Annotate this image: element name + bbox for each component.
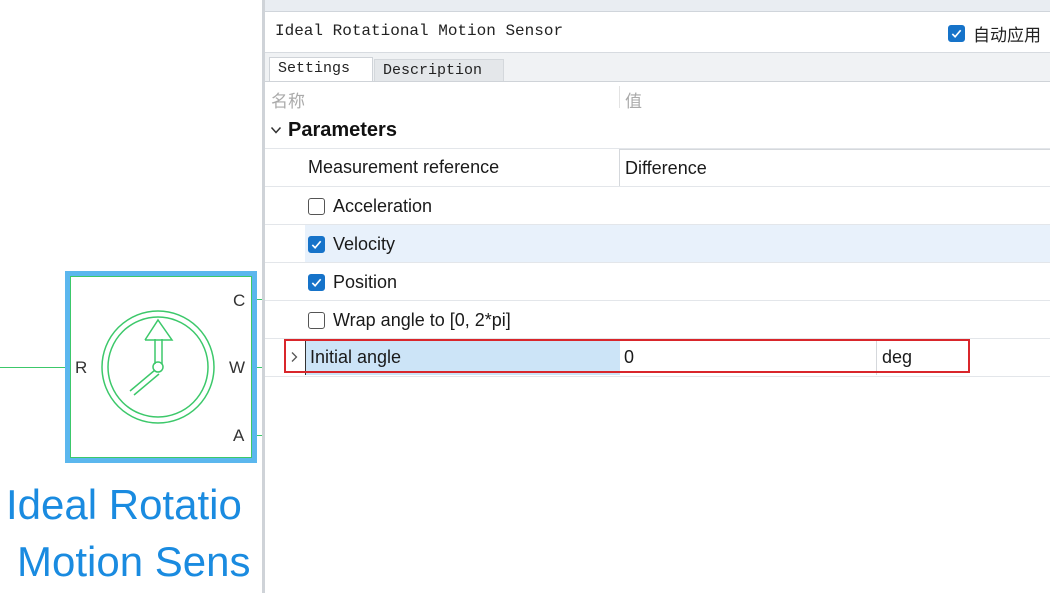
group-parameters[interactable]: Parameters [265, 114, 1050, 149]
tab-settings[interactable]: Settings [269, 57, 373, 81]
param-label: Wrap angle to [0, 2*pi] [333, 310, 511, 330]
property-inspector: Ideal Rotational Motion Sensor 自动应用 Sett… [262, 0, 1050, 593]
param-label: Acceleration [333, 196, 433, 216]
param-row-measurement-reference[interactable]: Measurement reference Difference [265, 149, 1050, 187]
panel-toolbar-strip [265, 0, 1050, 12]
checkmark-icon [951, 29, 962, 38]
position-toggle[interactable]: Position [308, 272, 397, 293]
port-w-label: W [229, 358, 246, 377]
ideal-rotational-motion-sensor-block[interactable]: R C W A [70, 276, 252, 458]
param-row-wrap-angle[interactable]: Wrap angle to [0, 2*pi] [265, 301, 1050, 339]
tab-description[interactable]: Description [374, 59, 504, 81]
chevron-down-icon[interactable] [270, 124, 282, 136]
column-header: 名称 值 [265, 82, 1050, 112]
auto-apply-label: 自动应用 [973, 26, 1041, 45]
panel-header: Ideal Rotational Motion Sensor 自动应用 [265, 12, 1050, 53]
annotation-highlight-box [284, 339, 970, 373]
param-row-velocity[interactable]: Velocity [265, 225, 1050, 263]
param-label: Measurement reference [308, 157, 500, 177]
acceleration-checkbox[interactable] [308, 198, 325, 215]
block-name-title: Ideal Rotational Motion Sensor [275, 22, 564, 40]
param-label: Position [333, 272, 398, 292]
param-row-initial-angle[interactable]: Initial angle 0 deg [265, 339, 1050, 377]
signal-line-r [0, 367, 72, 368]
measurement-reference-dropdown[interactable]: Difference [619, 149, 1050, 186]
checkmark-icon [311, 278, 322, 287]
model-canvas[interactable]: R C W A Ideal Rotatio Motion Sens [0, 0, 262, 593]
auto-apply-checkbox[interactable] [948, 25, 965, 42]
port-c-label: C [233, 291, 246, 310]
wrap-angle-toggle[interactable]: Wrap angle to [0, 2*pi] [308, 310, 511, 331]
param-row-acceleration[interactable]: Acceleration [265, 187, 1050, 225]
block-caption-line1: Ideal Rotatio [6, 481, 242, 528]
port-r-label: R [75, 358, 88, 377]
column-header-name: 名称 [271, 92, 305, 111]
group-label: Parameters [288, 119, 397, 141]
block-caption-line2: Motion Sens [17, 538, 251, 585]
port-a-label: A [233, 426, 245, 445]
rotational-sensor-icon [101, 310, 215, 424]
wrap-angle-checkbox[interactable] [308, 312, 325, 329]
param-label: Velocity [333, 234, 396, 254]
column-header-value: 值 [625, 92, 642, 111]
tab-bar: Settings Description [265, 53, 1050, 82]
auto-apply-toggle[interactable]: 自动应用 [948, 21, 1041, 46]
velocity-checkbox[interactable] [308, 236, 325, 253]
param-row-position[interactable]: Position [265, 263, 1050, 301]
acceleration-toggle[interactable]: Acceleration [308, 196, 432, 217]
measurement-reference-value: Difference [625, 158, 707, 178]
row-indent [265, 225, 305, 262]
column-separator[interactable] [619, 86, 620, 108]
velocity-toggle[interactable]: Velocity [308, 234, 395, 255]
position-checkbox[interactable] [308, 274, 325, 291]
checkmark-icon [311, 240, 322, 249]
